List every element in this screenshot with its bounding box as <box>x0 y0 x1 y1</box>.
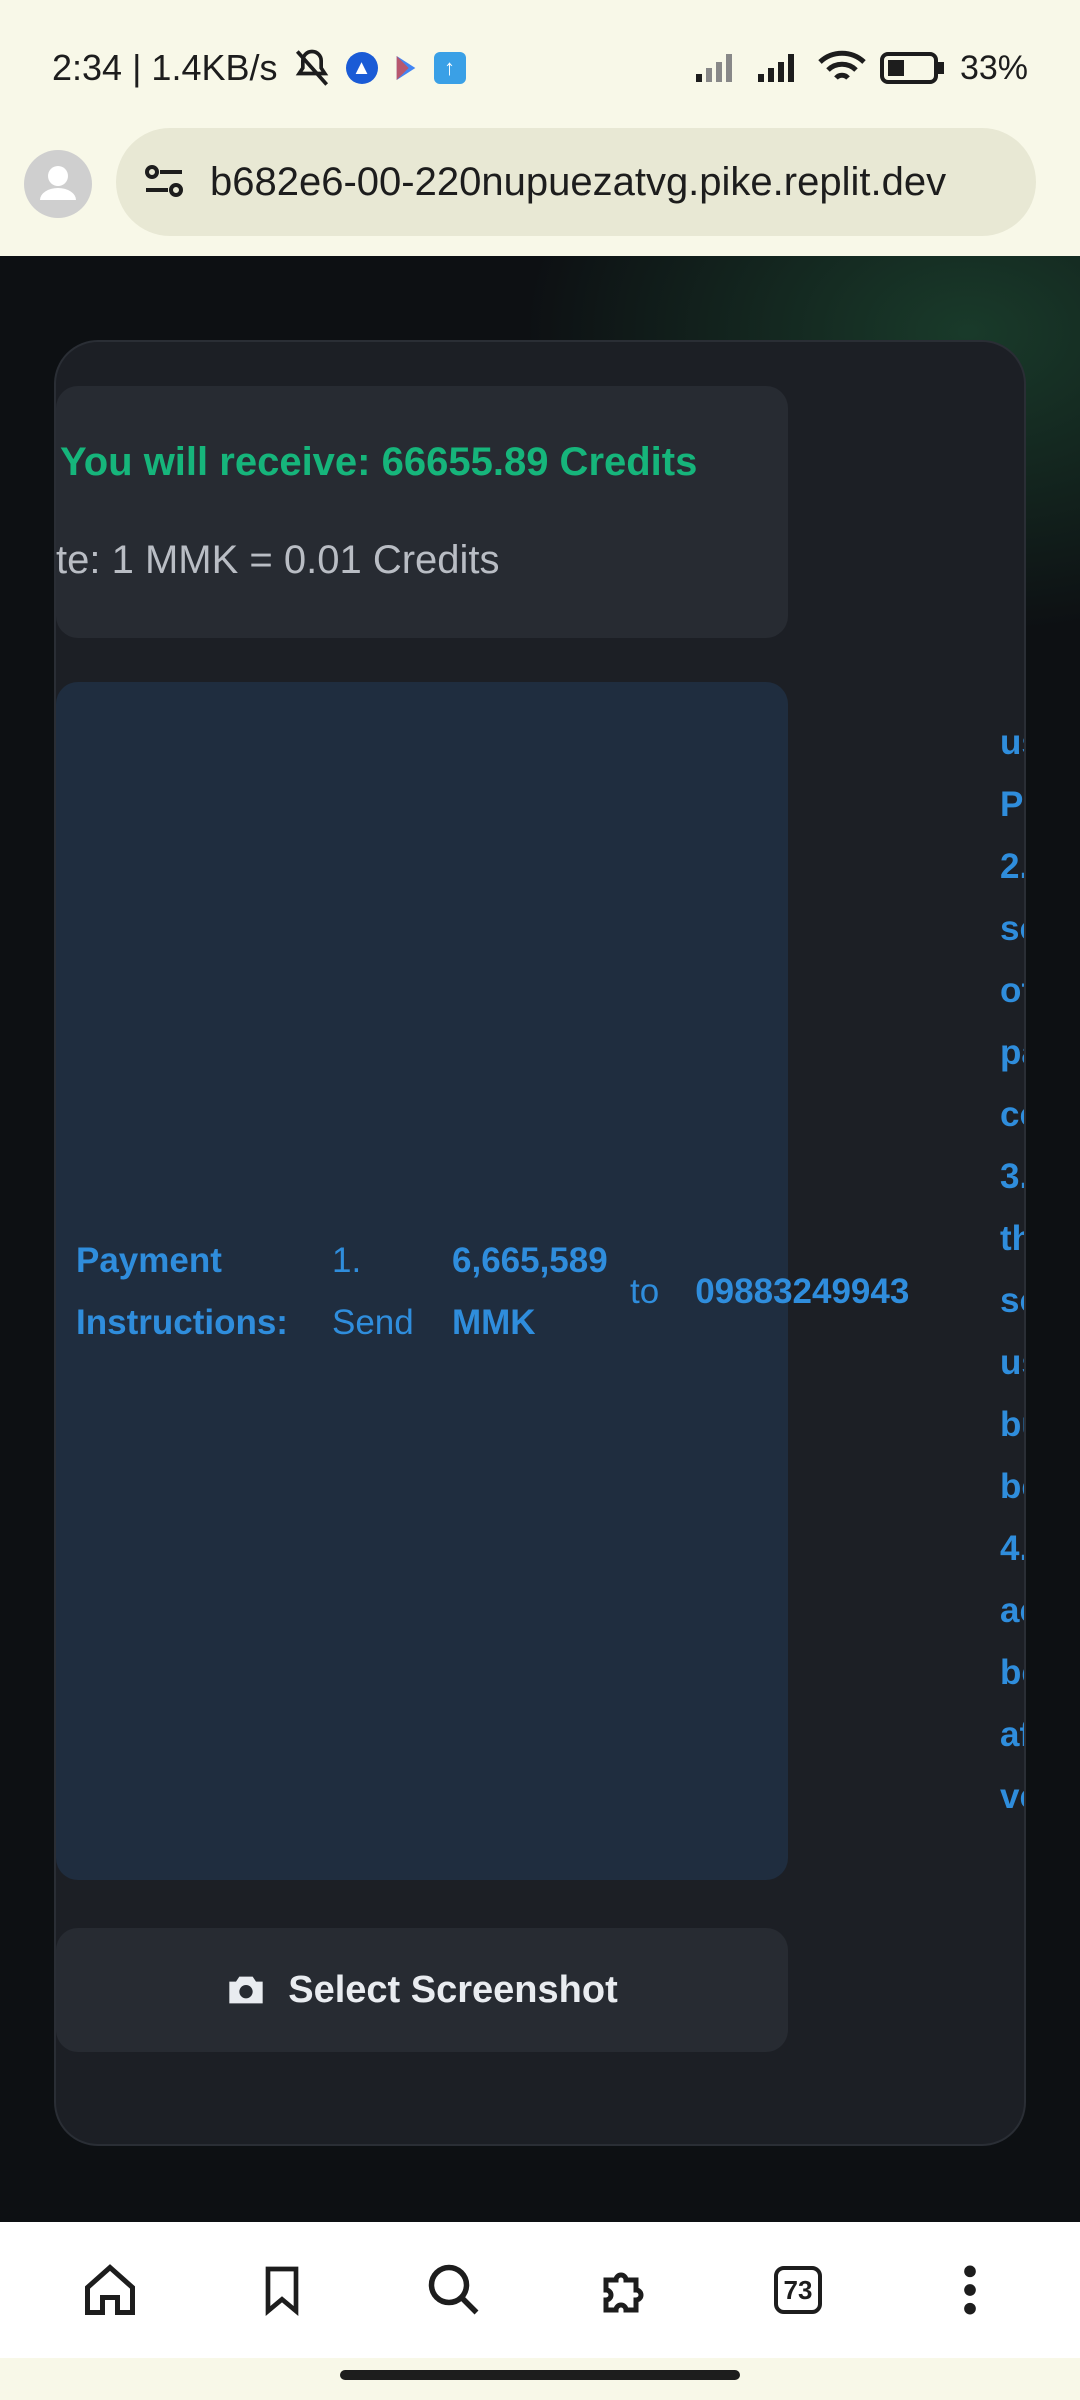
payment-amount: 6,665,589 MMK <box>452 1241 608 1342</box>
bookmark-icon <box>265 2266 299 2316</box>
overflow-text-line: 3. <box>1000 1157 1024 1196</box>
play-store-icon <box>396 56 415 80</box>
receive-amount-text: You will receive: 66655.89 Credits <box>60 440 698 484</box>
signal-icon <box>757 54 794 82</box>
search-button[interactable] <box>414 2250 494 2330</box>
overflow-text-line: so <box>1000 1281 1024 1320</box>
overflow-text-line: ac <box>1000 1591 1024 1630</box>
url-text[interactable]: b682e6-00-220nupuezatvg.pike.replit.dev <box>210 160 946 205</box>
search-icon <box>428 2264 479 2315</box>
payment-to-label: to <box>630 1272 660 1311</box>
overflow-text-line: be <box>1000 1653 1024 1692</box>
payment-steps-overflow-text: us Pa 2. so of pa co 3. th so us bu be 4. ac be af ve <box>1000 712 1024 1828</box>
select-screenshot-label: Select Screenshot <box>288 1968 618 2011</box>
overflow-text-line: us <box>1000 723 1024 762</box>
gesture-handle[interactable] <box>340 2370 740 2380</box>
credit-calculation-box: You will receive: 66655.89 Credits te: 1… <box>56 386 788 638</box>
app-a-icon: ▲ <box>345 52 378 84</box>
signal-icon <box>695 54 732 82</box>
overflow-text-line: us <box>1000 1343 1024 1382</box>
puzzle-icon <box>603 2272 644 2313</box>
mute-icon <box>295 49 328 86</box>
upload-app-icon: ↑ <box>433 52 466 84</box>
web-content: You will receive: 66655.89 Credits te: 1… <box>0 256 1080 2222</box>
battery-icon <box>879 52 944 84</box>
menu-button[interactable] <box>930 2250 1010 2330</box>
status-time: 2:34 | 1.4KB/s <box>52 47 278 88</box>
extensions-button[interactable] <box>586 2250 666 2330</box>
profile-avatar[interactable] <box>24 150 92 218</box>
payment-phone-number: 09883249943 <box>695 1272 910 1311</box>
payment-step-1: 1. Send <box>332 1241 414 1342</box>
overflow-text-line: ve <box>1000 1777 1024 1816</box>
overflow-text-line: af <box>1000 1715 1024 1754</box>
overflow-text-line: 4. <box>1000 1529 1024 1568</box>
browser-bottom-bar: 73 <box>0 2222 1080 2358</box>
tab-count: 73 <box>774 2266 822 2314</box>
browser-toolbar: b682e6-00-220nupuezatvg.pike.replit.dev <box>0 128 1080 256</box>
topup-card: You will receive: 66655.89 Credits te: 1… <box>54 340 1026 2146</box>
exchange-rate-text: te: 1 MMK = 0.01 Credits <box>56 538 500 582</box>
overflow-text-line: th <box>1000 1219 1024 1258</box>
tabs-button[interactable]: 73 <box>758 2250 838 2330</box>
address-bar[interactable]: b682e6-00-220nupuezatvg.pike.replit.dev <box>116 128 1036 236</box>
overflow-text-line: so <box>1000 909 1024 948</box>
more-vert-icon <box>964 2265 976 2315</box>
payment-instructions-title: Payment Instructions: <box>76 1241 288 1342</box>
bookmark-button[interactable] <box>242 2250 322 2330</box>
overflow-text-line: Pa <box>1000 785 1024 824</box>
wifi-icon <box>818 50 866 80</box>
status-bar: 2:34 | 1.4KB/s ▲ ↑ 33% <box>0 0 1080 128</box>
site-settings-icon[interactable] <box>140 158 188 206</box>
overflow-text-line: of <box>1000 971 1024 1010</box>
gesture-area <box>0 2358 1080 2400</box>
person-icon <box>40 166 76 200</box>
select-screenshot-button[interactable]: Select Screenshot <box>56 1928 788 2052</box>
overflow-text-line: be <box>1000 1467 1024 1506</box>
overflow-text-line: co <box>1000 1095 1024 1134</box>
overflow-text-line: pa <box>1000 1033 1024 1072</box>
payment-instructions-box: Payment Instructions: 1. Send 6,665,589 … <box>56 682 909 1880</box>
home-button[interactable] <box>70 2250 150 2330</box>
overflow-text-line: bu <box>1000 1405 1024 1444</box>
camera-icon <box>229 1976 263 2004</box>
home-icon <box>85 2264 135 2315</box>
battery-level: 33% <box>959 48 1028 87</box>
overflow-text-line: 2. <box>1000 847 1024 886</box>
